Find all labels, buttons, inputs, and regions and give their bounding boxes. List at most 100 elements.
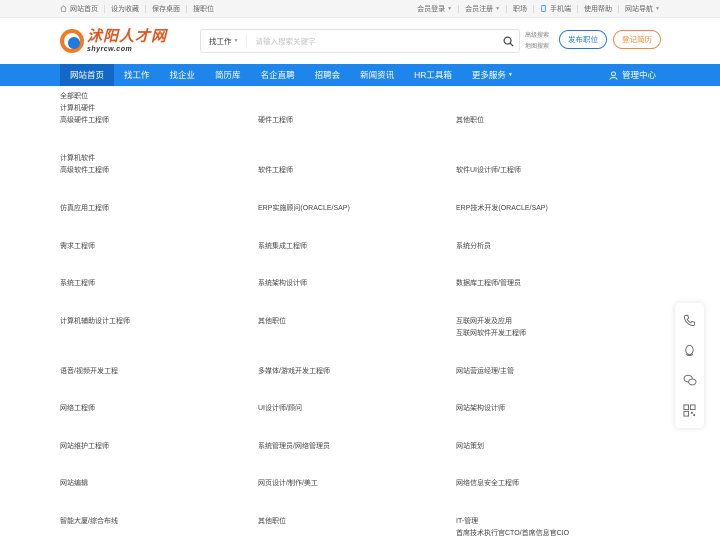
job-link[interactable]: 网页设计/制作/美工 [258, 478, 456, 491]
job-link[interactable]: 仿真应用工程师 [60, 203, 258, 216]
advanced-search-link[interactable]: 高级搜索 [525, 31, 549, 42]
job-link[interactable]: 系统工程师 [60, 278, 258, 291]
topbar-site-nav-link[interactable]: 网站导航 ▼ [619, 4, 660, 14]
nav-home[interactable]: 网站首页 [60, 64, 115, 86]
nav-more-services[interactable]: 更多服务 ▼ [462, 64, 523, 86]
site-header: 沭阳人才网 shyrcw.com 找工作 ▼ 高级搜索 地图搜索 [0, 18, 720, 64]
job-link[interactable]: 网络信息安全工程师 [456, 478, 654, 491]
qrcode-icon [683, 404, 696, 417]
wechat-icon [683, 374, 697, 386]
chevron-down-icon: ▼ [447, 5, 453, 12]
list-item: 需求工程师 系统集成工程师 系统分析员 [60, 241, 660, 254]
job-link[interactable]: 网站策划 [456, 441, 654, 454]
job-link[interactable]: 网络工程师 [60, 403, 258, 416]
floating-contact-bar [675, 303, 704, 428]
job-link[interactable]: ERP实施顾问(ORACLE/SAP) [258, 203, 456, 216]
job-link[interactable]: 高级硬件工程师 [60, 115, 258, 128]
topbar-right: 会员登录 ▼ 会员注册 ▼ 职场 手机端 使用帮助 网站导航 ▼ [411, 4, 660, 14]
nav-find-job[interactable]: 找工作 [114, 64, 160, 86]
topbar-favorite-link[interactable]: 设为收藏 [105, 4, 145, 14]
nav-resume-library[interactable]: 简历库 [205, 64, 251, 86]
category-group: 互联网开发及应用 互联网软件开发工程师 [456, 316, 654, 341]
search-type-label: 找工作 [209, 36, 232, 46]
list-item: 网络工程师 UI设计师/顾问 网站架构设计师 [60, 403, 660, 416]
topbar-mobile-link[interactable]: 手机端 [534, 4, 577, 14]
nav-admin-center[interactable]: 管理中心 [609, 64, 656, 86]
nav-hr-toolbox[interactable]: HR工具箱 [404, 64, 462, 86]
list-item: 网站维护工程师 系统管理员/网络管理员 网站策划 [60, 441, 660, 454]
job-link[interactable]: 计算机辅助设计工程师 [60, 316, 258, 341]
search-button[interactable] [497, 30, 519, 52]
topbar-member-login[interactable]: 会员登录 ▼ [411, 4, 458, 14]
topbar-home-link[interactable]: 网站首页 [60, 4, 104, 14]
user-icon [609, 70, 618, 80]
job-link[interactable]: 网站维护工程师 [60, 441, 258, 454]
job-link[interactable]: 系统分析员 [456, 241, 654, 254]
job-link[interactable]: 硬件工程师 [258, 115, 456, 128]
job-link[interactable]: 系统管理员/网络管理员 [258, 441, 456, 454]
job-link[interactable]: 其他职位 [258, 516, 456, 540]
job-link[interactable]: 软件UI设计师/工程师 [456, 165, 654, 178]
mobile-phone-icon [541, 5, 546, 12]
list-item: 网站编辑 网页设计/制作/美工 网络信息安全工程师 [60, 478, 660, 491]
job-link[interactable]: 系统架构设计师 [258, 278, 456, 291]
job-link[interactable]: UI设计师/顾问 [258, 403, 456, 416]
job-link[interactable]: 高级软件工程师 [60, 165, 258, 178]
list-item: 仿真应用工程师 ERP实施顾问(ORACLE/SAP) ERP技术开发(ORAC… [60, 203, 660, 216]
chevron-down-icon: ▼ [233, 38, 239, 44]
job-link[interactable]: 其他职位 [258, 316, 456, 341]
category-title: 计算机软件 [60, 154, 95, 162]
category-title: 互联网开发及应用 [456, 317, 512, 325]
category-title: IT-管理 [456, 517, 479, 525]
site-nav-label: 网站导航 [625, 5, 654, 13]
job-link[interactable]: 需求工程师 [60, 241, 258, 254]
job-link[interactable]: 网站架构设计师 [456, 403, 654, 416]
job-link[interactable]: ERP技术开发(ORACLE/SAP) [456, 203, 654, 216]
nav-find-company[interactable]: 找企业 [160, 64, 206, 86]
topbar-member-register[interactable]: 会员注册 ▼ [459, 4, 506, 14]
job-link[interactable]: 多媒体/游戏开发工程师 [258, 366, 456, 379]
topbar-help-link[interactable]: 使用帮助 [578, 4, 618, 14]
member-login-label: 会员登录 [417, 5, 446, 13]
job-link[interactable]: 其他职位 [456, 115, 654, 128]
job-link[interactable]: 首席技术执行官CTO/首席信息官CIO [456, 528, 654, 540]
qq-icon [685, 345, 694, 357]
search-icon [503, 36, 514, 47]
search-type-select[interactable]: 找工作 ▼ [201, 34, 248, 48]
search-links: 高级搜索 地图搜索 [525, 31, 549, 53]
phone-icon [683, 315, 696, 327]
nav-job-fair[interactable]: 招聘会 [305, 64, 351, 86]
job-link[interactable]: 系统集成工程师 [258, 241, 456, 254]
list-item: 系统工程师 系统架构设计师 数据库工程师/管理员 [60, 278, 660, 291]
logo-cn: 沭阳人才网 [87, 28, 168, 45]
job-link[interactable]: 语音/视频开发工程 [60, 366, 258, 379]
job-link[interactable]: 智能大厦/综合布线 [60, 516, 258, 540]
job-link[interactable]: 数据库工程师/管理员 [456, 278, 654, 291]
job-link[interactable]: 网站营运经理/主管 [456, 366, 654, 379]
topbar-save-desktop-link[interactable]: 保存桌面 [146, 4, 186, 14]
map-search-link[interactable]: 地图搜索 [525, 42, 549, 53]
nav-news[interactable]: 新闻资讯 [350, 64, 404, 86]
post-job-button[interactable]: 发布职位 [559, 30, 607, 49]
job-link[interactable]: 网站编辑 [60, 478, 258, 491]
nav-more-label: 更多服务 [471, 70, 506, 80]
chevron-down-icon: ▼ [655, 5, 660, 12]
site-logo[interactable]: 沭阳人才网 shyrcw.com [60, 29, 200, 53]
topbar-left: 网站首页 设为收藏 保存桌面 搜职位 [60, 4, 220, 14]
job-link[interactable]: 软件工程师 [258, 165, 456, 178]
float-qrcode-button[interactable] [680, 400, 700, 420]
float-wechat-button[interactable] [680, 370, 700, 390]
register-resume-button[interactable]: 登记简历 [613, 30, 661, 49]
job-link[interactable]: 互联网软件开发工程师 [456, 328, 654, 341]
search-input[interactable] [247, 31, 497, 51]
nav-famous-companies[interactable]: 名企直聘 [251, 64, 305, 86]
list-item: 计算机辅助设计工程师 其他职位 互联网开发及应用 互联网软件开发工程师 [60, 316, 660, 341]
topbar-career-link[interactable]: 职场 [507, 4, 533, 14]
float-phone-button[interactable] [680, 311, 700, 331]
category-group: IT-管理 首席技术执行官CTO/首席信息官CIO [456, 516, 654, 540]
logo-en: shyrcw.com [87, 46, 133, 53]
float-qq-button[interactable] [680, 341, 700, 361]
all-jobs-heading: 全部职位 [60, 93, 88, 100]
topbar-home-label: 网站首页 [70, 5, 98, 13]
topbar-search-jobs-link[interactable]: 搜职位 [187, 4, 220, 14]
